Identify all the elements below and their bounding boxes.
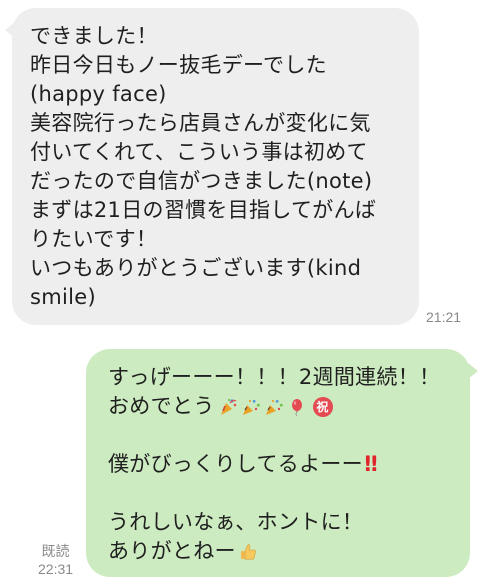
message-text: おめでとう: [108, 394, 215, 418]
received-timestamp: 21:21: [426, 309, 462, 325]
message-line: りたいです！: [30, 227, 158, 251]
message-text: ありがとねー: [108, 539, 236, 563]
confetti-icon: [264, 397, 284, 417]
balloon-icon: [287, 397, 307, 417]
sent-message-bubble[interactable]: すっげーーー！！！2週間連続！！ おめでとう 祝 僕がびっくりしてるよーー!! う…: [86, 349, 478, 577]
message-line: (happy face): [30, 82, 167, 106]
message-line: できました！: [30, 24, 158, 48]
message-line: うれしいなぁ、ホントに！: [108, 510, 364, 534]
chat-thread: できました！ 昨日今日もノー抜毛デーでした (happy face) 美容院行っ…: [0, 0, 480, 584]
message-line: 付いてくれて、こういう事は初めて: [30, 140, 368, 164]
message-line: すっげーーー！！！2週間連続！！: [108, 365, 441, 389]
message-line: まずは21日の習慣を目指してがんば: [30, 198, 377, 222]
message-line: だったので自信がつきました(note): [30, 169, 373, 193]
message-text: 僕がびっくりしてるよーー: [108, 452, 363, 476]
message-line: smile): [30, 285, 96, 309]
thumbs-up-icon: [238, 542, 258, 562]
message-line: ありがとねー: [108, 537, 458, 566]
party-popper-icon: [218, 397, 238, 417]
message-line: いつもありがとうございます(kind: [30, 256, 362, 280]
message-line: 美容院行ったら店員さんが変化に気: [30, 111, 371, 135]
message-line: 僕がびっくりしてるよーー!!: [108, 450, 458, 479]
received-message-bubble[interactable]: できました！ 昨日今日もノー抜毛デーでした (happy face) 美容院行っ…: [5, 8, 419, 325]
read-receipt: 既読 22:31: [38, 542, 73, 578]
read-label: 既読: [41, 543, 70, 559]
celebration-badge-icon: 祝: [312, 397, 333, 417]
sent-timestamp: 22:31: [38, 561, 74, 577]
emoji-row: 祝: [218, 397, 333, 417]
double-exclamation-icon: !!: [362, 452, 379, 476]
message-line: 昨日今日もノー抜毛デーでした: [30, 53, 327, 77]
confetti-icon: [241, 397, 261, 417]
message-line: おめでとう 祝: [108, 392, 458, 421]
